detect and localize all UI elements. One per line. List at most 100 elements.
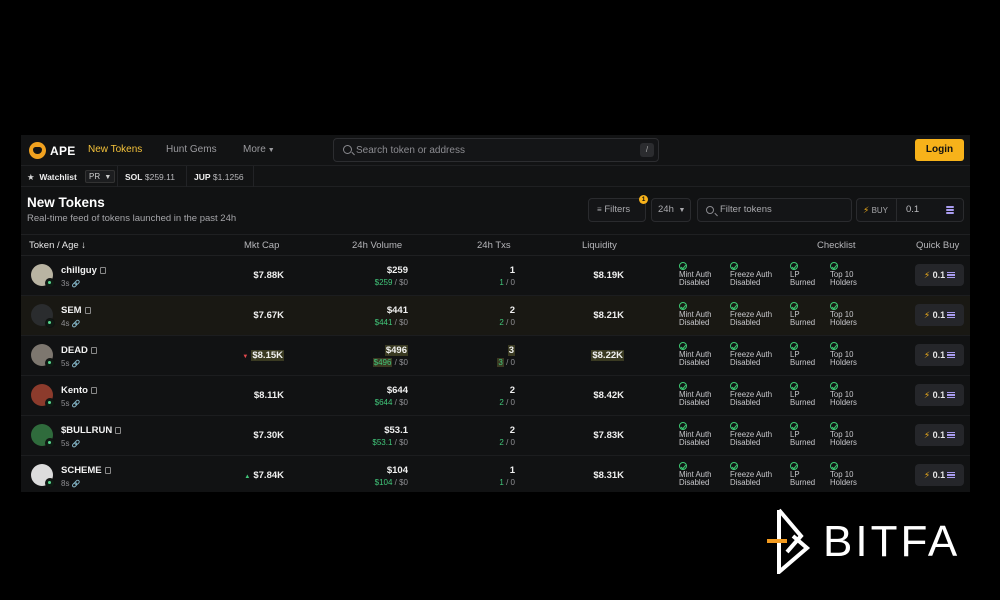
table-row[interactable]: chillguy 3s 🔗 $7.88K $259 $259 / $0 1 1 / 0 $8.1… bbox=[21, 256, 970, 296]
check-circle-icon bbox=[730, 342, 738, 350]
login-button[interactable]: Login bbox=[915, 139, 964, 161]
col-liquidity[interactable]: Liquidity bbox=[582, 240, 617, 251]
token-name[interactable]: $BULLRUN bbox=[61, 425, 122, 436]
token-avatar[interactable] bbox=[31, 264, 55, 288]
tx-count: 2 bbox=[510, 305, 515, 316]
market-cap: ▲ $7.84K bbox=[244, 470, 284, 481]
tx-count-value: 3 bbox=[507, 345, 515, 356]
col-txs[interactable]: 24h Txs bbox=[477, 240, 511, 251]
buy-amount-value[interactable]: 0.1 bbox=[906, 199, 919, 221]
link-icon[interactable]: 🔗 bbox=[71, 401, 80, 408]
quick-buy-amount: 0.1 bbox=[932, 270, 946, 280]
token-avatar[interactable] bbox=[31, 344, 55, 368]
sol-price[interactable]: SOL $259.11 bbox=[125, 172, 175, 182]
table-header: Token / Age ↓ Mkt Cap 24h Volume 24h Txs… bbox=[21, 234, 970, 256]
jup-label: JUP bbox=[194, 172, 211, 182]
token-name[interactable]: chillguy bbox=[61, 265, 106, 276]
table-row[interactable]: DEAD 5s 🔗 ▼ $8.15K $496 $496 / $0 3 3 / 0 $8.22K M… bbox=[21, 336, 970, 376]
check-circle-icon bbox=[730, 422, 738, 430]
search-input[interactable]: Search token or address / bbox=[333, 138, 659, 162]
token-name[interactable]: DEAD bbox=[61, 345, 97, 356]
bolt-icon: ⚡ bbox=[923, 270, 931, 280]
link-icon[interactable]: 🔗 bbox=[71, 481, 80, 488]
col-mkt-cap[interactable]: Mkt Cap bbox=[244, 240, 279, 251]
filters-button[interactable]: ≡ Filters bbox=[588, 198, 646, 222]
check-circle-icon bbox=[830, 342, 838, 350]
check-circle-icon bbox=[830, 422, 838, 430]
token-age: 5s 🔗 bbox=[61, 439, 80, 448]
tx-count-value: 1 bbox=[509, 465, 515, 476]
col-token-age[interactable]: Token / Age ↓ bbox=[29, 240, 86, 251]
copy-icon[interactable] bbox=[99, 267, 106, 274]
check-circle-icon bbox=[790, 262, 798, 270]
tx-breakdown: 1 / 0 bbox=[499, 478, 515, 487]
copy-icon[interactable] bbox=[90, 387, 97, 394]
checklist-item: Mint Auth Disabled bbox=[679, 462, 729, 487]
table-row[interactable]: SEM 4s 🔗 $7.67K $441 $441 / $0 2 2 / 0 $8.21K Min… bbox=[21, 296, 970, 336]
link-icon[interactable]: 🔗 bbox=[71, 361, 80, 368]
token-age: 4s 🔗 bbox=[61, 319, 80, 328]
page-subtitle: Real-time feed of tokens launched in the… bbox=[27, 213, 237, 224]
volume-value: $496 bbox=[384, 345, 408, 356]
watchlist-tag: PR bbox=[89, 172, 101, 181]
tx-count: 2 bbox=[510, 425, 515, 436]
checklist-label: LP Burned bbox=[790, 270, 816, 287]
copy-icon[interactable] bbox=[90, 347, 97, 354]
quick-buy-button[interactable]: ⚡ 0.1 bbox=[915, 264, 964, 286]
token-name[interactable]: Kento bbox=[61, 385, 97, 396]
quick-buy-button[interactable]: ⚡ 0.1 bbox=[915, 304, 964, 326]
link-icon[interactable]: 🔗 bbox=[71, 281, 80, 288]
table-row[interactable]: SCHEME 8s 🔗 ▲ $7.84K $104 $104 / $0 1 1 / 0 $8.31… bbox=[21, 456, 970, 492]
nav-hunt-gems[interactable]: Hunt Gems bbox=[166, 144, 217, 155]
quick-buy-button[interactable]: ⚡ 0.1 bbox=[915, 464, 964, 486]
copy-icon[interactable] bbox=[104, 467, 111, 474]
checklist-label: Freeze Auth Disabled bbox=[730, 430, 773, 447]
timeframe-select[interactable]: 24h ▼ bbox=[651, 198, 691, 222]
check-circle-icon bbox=[679, 302, 687, 310]
token-avatar[interactable] bbox=[31, 384, 55, 408]
volume: $496 bbox=[384, 345, 408, 356]
tx-buy: 1 bbox=[499, 278, 504, 287]
checklist-label: Mint Auth Disabled bbox=[679, 470, 712, 487]
filters-count-badge: 1 bbox=[639, 195, 648, 204]
checklist-label: Mint Auth Disabled bbox=[679, 430, 712, 447]
check-circle-icon bbox=[790, 462, 798, 470]
col-volume[interactable]: 24h Volume bbox=[352, 240, 402, 251]
tx-count: 1 bbox=[510, 265, 515, 276]
nav-new-tokens[interactable]: New Tokens bbox=[88, 144, 142, 155]
watchlist-button[interactable]: ★ Watchlist bbox=[27, 172, 77, 183]
jup-price[interactable]: JUP $1.1256 bbox=[194, 172, 244, 182]
quick-buy-button[interactable]: ⚡ 0.1 bbox=[915, 384, 964, 406]
token-age-value: 3s bbox=[61, 279, 70, 288]
link-icon[interactable]: 🔗 bbox=[71, 321, 80, 328]
quick-buy-button[interactable]: ⚡ 0.1 bbox=[915, 424, 964, 446]
quick-buy-button[interactable]: ⚡ 0.1 bbox=[915, 344, 964, 366]
token-name[interactable]: SCHEME bbox=[61, 465, 111, 476]
market-cap-value: $7.30K bbox=[253, 430, 284, 441]
checklist-label: Freeze Auth Disabled bbox=[730, 270, 773, 287]
tx-buy: 2 bbox=[499, 398, 504, 407]
link-icon[interactable]: 🔗 bbox=[71, 441, 80, 448]
nav-more[interactable]: More ▼ bbox=[243, 144, 275, 155]
table-row[interactable]: $BULLRUN 5s 🔗 $7.30K $53.1 $53.1 / $0 2 2 / 0 $7… bbox=[21, 416, 970, 456]
volume-value: $53.1 bbox=[384, 425, 408, 436]
tx-count: 1 bbox=[510, 465, 515, 476]
ape-logo[interactable]: APE bbox=[29, 141, 76, 160]
token-avatar[interactable] bbox=[31, 464, 55, 488]
watchlist-label: Watchlist bbox=[39, 172, 77, 182]
filter-tokens-input[interactable]: Filter tokens bbox=[697, 198, 852, 222]
checklist-label: Mint Auth Disabled bbox=[679, 390, 712, 407]
check-circle-icon bbox=[830, 302, 838, 310]
copy-icon[interactable] bbox=[115, 427, 122, 434]
copy-icon[interactable] bbox=[84, 307, 91, 314]
search-shortcut-key: / bbox=[640, 143, 654, 157]
token-avatar[interactable] bbox=[31, 424, 55, 448]
check-circle-icon bbox=[730, 262, 738, 270]
watchlist-dropdown[interactable]: PR ▼ bbox=[85, 170, 116, 183]
token-name-label: Kento bbox=[61, 385, 88, 396]
token-avatar[interactable] bbox=[31, 304, 55, 328]
token-name[interactable]: SEM bbox=[61, 305, 91, 316]
table-row[interactable]: Kento 5s 🔗 $8.11K $644 $644 / $0 2 2 / 0 $8.42K M… bbox=[21, 376, 970, 416]
timeframe-value: 24h bbox=[658, 204, 674, 215]
tx-count: 2 bbox=[510, 385, 515, 396]
